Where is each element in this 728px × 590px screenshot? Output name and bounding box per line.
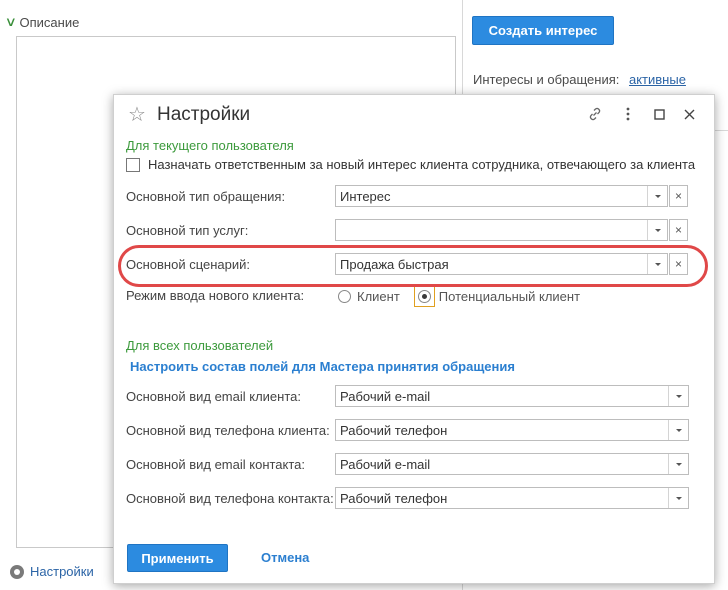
assign-responsible-checkbox[interactable]: [126, 157, 140, 172]
description-header-label: Описание: [19, 14, 80, 30]
main-service-type-label: Основной тип услуг:: [126, 223, 249, 238]
radio-client-label: Клиент: [357, 289, 400, 304]
phone-client-value: Рабочий телефон: [340, 423, 448, 438]
email-client-label: Основной вид email клиента:: [126, 389, 301, 404]
phone-client-field[interactable]: Рабочий телефон: [335, 419, 689, 441]
chevron-down-icon[interactable]: [647, 186, 667, 206]
more-vertical-icon[interactable]: [619, 107, 637, 124]
apply-button[interactable]: Применить: [127, 544, 228, 572]
radio-potential-focus[interactable]: [413, 286, 435, 307]
email-client-value: Рабочий e-mail: [340, 389, 431, 404]
assign-responsible-row[interactable]: Назначать ответственным за новый интерес…: [126, 157, 695, 172]
gear-icon: [10, 564, 24, 579]
new-client-mode-radio-group[interactable]: Клиент Потенциальный клиент: [338, 286, 580, 307]
description-section-header[interactable]: ∨ Описание: [4, 14, 80, 30]
cancel-button[interactable]: Отмена: [261, 550, 309, 565]
interests-row: Интересы и обращения: активные: [473, 72, 686, 87]
interests-active-link[interactable]: активные: [629, 72, 686, 87]
main-service-type-clear-button[interactable]: ×: [669, 219, 688, 241]
bottom-settings-label: Настройки: [30, 564, 94, 579]
phone-contact-label: Основной вид телефона контакта:: [126, 491, 334, 506]
star-icon[interactable]: ☆: [128, 105, 146, 125]
current-user-section-label: Для текущего пользователя: [126, 138, 294, 153]
radio-potential-client-label: Потенциальный клиент: [438, 289, 581, 304]
bottom-settings-link[interactable]: Настройки: [10, 564, 94, 579]
settings-dialog: ☆ Настройки Для текущего пользователя На…: [113, 94, 715, 584]
chevron-down-icon[interactable]: [647, 220, 667, 240]
configure-fields-link[interactable]: Настроить состав полей для Мастера приня…: [130, 359, 515, 374]
chevron-down-icon[interactable]: [668, 454, 688, 474]
phone-client-label: Основной вид телефона клиента:: [126, 423, 330, 438]
chevron-down-icon: ∨: [4, 14, 17, 29]
dialog-title: Настройки: [157, 104, 251, 125]
close-icon[interactable]: [680, 107, 698, 123]
radio-client[interactable]: [338, 290, 351, 303]
radio-potential-client[interactable]: [417, 290, 431, 303]
email-contact-field[interactable]: Рабочий e-mail: [335, 453, 689, 475]
interests-label: Интересы и обращения:: [473, 72, 620, 87]
scenario-highlight-annotation: [118, 245, 708, 287]
phone-contact-field[interactable]: Рабочий телефон: [335, 487, 689, 509]
email-client-field[interactable]: Рабочий e-mail: [335, 385, 689, 407]
chevron-down-icon[interactable]: [668, 386, 688, 406]
main-service-type-field[interactable]: [335, 219, 668, 241]
email-contact-value: Рабочий e-mail: [340, 457, 431, 472]
email-contact-label: Основной вид email контакта:: [126, 457, 306, 472]
link-icon[interactable]: [586, 107, 604, 124]
assign-responsible-label: Назначать ответственным за новый интерес…: [148, 157, 696, 172]
main-request-type-value: Интерес: [340, 189, 391, 204]
main-request-type-clear-button[interactable]: ×: [669, 185, 688, 207]
dialog-title-bar: ☆ Настройки: [114, 95, 714, 135]
chevron-down-icon[interactable]: [668, 420, 688, 440]
main-request-type-label: Основной тип обращения:: [126, 189, 286, 204]
all-users-section-label: Для всех пользователей: [126, 338, 274, 353]
new-client-mode-label: Режим ввода нового клиента:: [126, 288, 305, 303]
maximize-icon[interactable]: [650, 107, 668, 123]
create-interest-button[interactable]: Создать интерес: [472, 16, 614, 45]
main-request-type-field[interactable]: Интерес: [335, 185, 668, 207]
phone-contact-value: Рабочий телефон: [340, 491, 448, 506]
chevron-down-icon[interactable]: [668, 488, 688, 508]
